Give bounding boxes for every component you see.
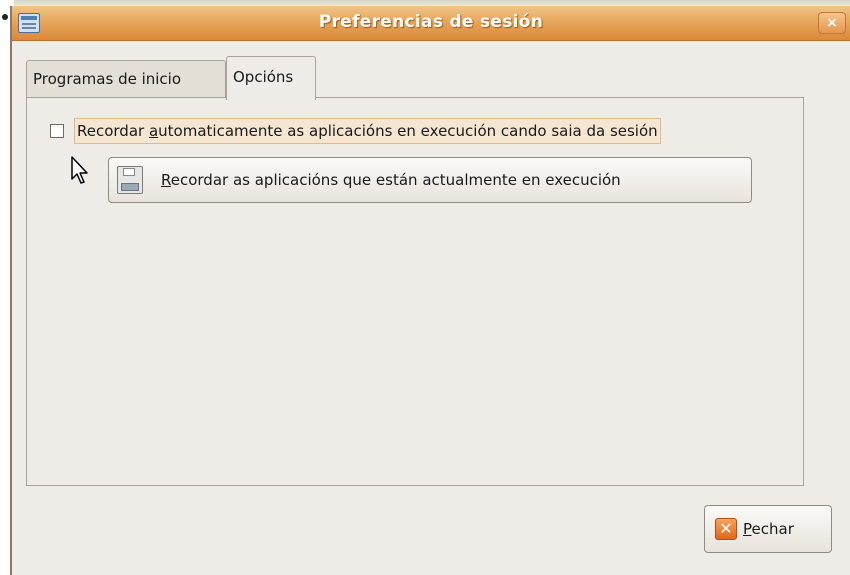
window-close-button[interactable]: × xyxy=(818,12,846,34)
label-part: utomaticamente as aplicacións en execuci… xyxy=(158,122,658,140)
tab-opcions[interactable]: Opcións xyxy=(226,56,316,100)
mnemonic-char: a xyxy=(148,122,159,140)
mnemonic-char: P xyxy=(743,520,752,538)
auto-remember-checkbox[interactable] xyxy=(50,124,64,138)
label-part: Recordar xyxy=(77,122,149,140)
label-part: echar xyxy=(751,520,794,538)
remember-running-apps-button[interactable]: Recordar as aplicacións que están actual… xyxy=(108,157,752,203)
bullet-marker xyxy=(2,14,8,20)
close-x-icon: ✕ xyxy=(715,518,737,540)
window-title: Preferencias de sesión xyxy=(318,12,544,32)
close-button-label: Pechar xyxy=(743,506,794,552)
close-dialog-button[interactable]: ✕ Pechar xyxy=(704,505,832,553)
options-panel xyxy=(26,97,804,486)
floppy-disk-icon xyxy=(117,166,143,194)
title-bar[interactable]: Preferencias de sesión × xyxy=(12,6,850,41)
mouse-pointer-icon xyxy=(71,156,88,184)
remember-button-label: Recordar as aplicacións que están actual… xyxy=(161,158,621,202)
mnemonic-char: R xyxy=(161,171,171,189)
tab-programas-de-inicio[interactable]: Programas de inicio xyxy=(26,60,226,98)
label-part: ecordar as aplicacións que están actualm… xyxy=(170,171,621,189)
auto-remember-label[interactable]: Recordar automaticamente as aplicacións … xyxy=(74,118,661,144)
